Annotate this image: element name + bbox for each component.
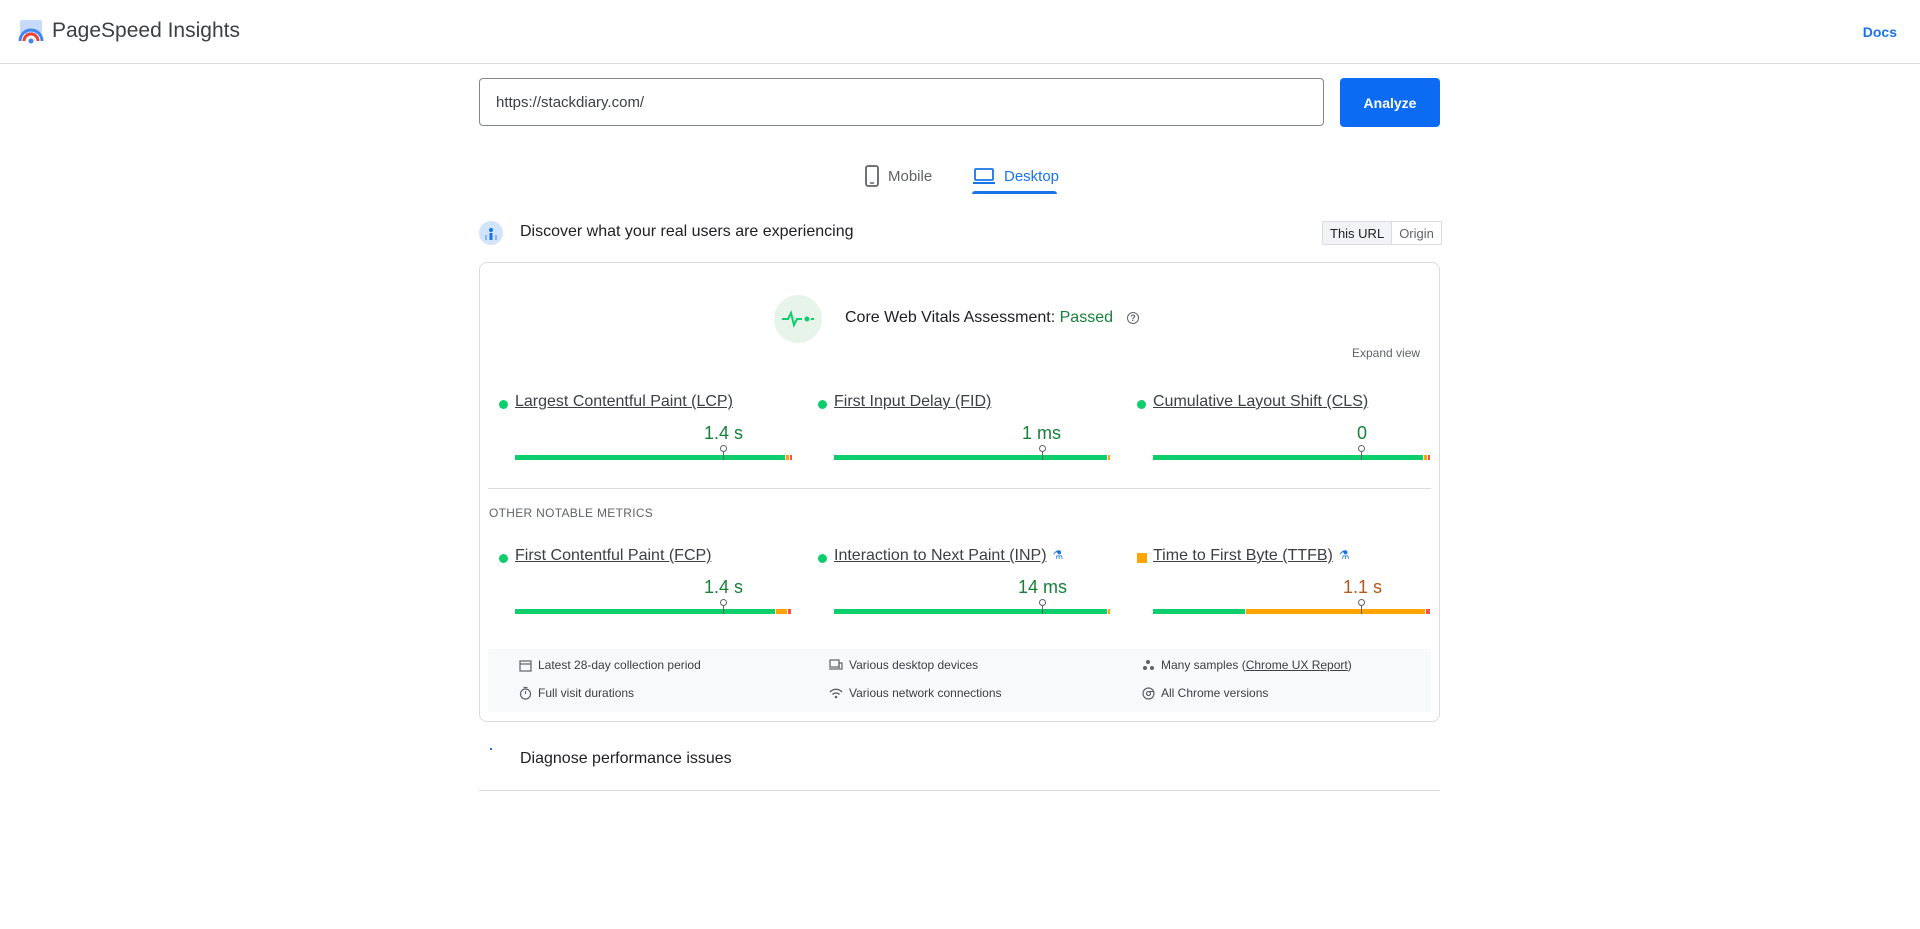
chrome-icon — [1141, 686, 1155, 700]
metric-lcp: Largest Contentful Paint (LCP) 1.4 s — [499, 393, 792, 463]
good-dot-icon — [1137, 400, 1146, 409]
devices-icon — [829, 658, 843, 672]
good-dot-icon — [499, 554, 508, 563]
distribution-bar — [834, 599, 1111, 614]
app-title: PageSpeed Insights — [52, 19, 240, 42]
discover-title: Discover what your real users are experi… — [520, 223, 854, 240]
top-header: PageSpeed Insights Docs — [0, 0, 1920, 64]
info-devices-text: Various desktop devices — [849, 658, 979, 672]
samples-prefix: Many samples ( — [1161, 658, 1246, 672]
distribution-bar — [1153, 445, 1430, 460]
flask-icon: ⚗ — [1338, 548, 1350, 562]
metric-name[interactable]: First Input Delay (FID) — [834, 393, 991, 411]
tab-mobile[interactable]: Mobile — [864, 158, 932, 194]
tab-desktop[interactable]: Desktop — [972, 158, 1059, 194]
info-samples-text: Many samples (Chrome UX Report) — [1161, 658, 1352, 672]
metric-fid: First Input Delay (FID) 1 ms — [818, 393, 1111, 463]
distribution-bar — [834, 445, 1111, 460]
info-devices: Various desktop devices — [829, 658, 978, 672]
info-samples: Many samples (Chrome UX Report) — [1141, 658, 1352, 672]
info-period: Latest 28-day collection period — [518, 658, 701, 672]
wifi-icon — [829, 686, 843, 700]
phone-icon — [865, 165, 879, 187]
percentile-marker — [720, 599, 727, 614]
good-dot-icon — [818, 400, 827, 409]
scope-origin-button[interactable]: Origin — [1392, 222, 1441, 244]
percentile-marker — [1358, 599, 1365, 614]
distribution-bar — [515, 599, 792, 614]
good-dot-icon — [818, 554, 827, 563]
metric-name[interactable]: First Contentful Paint (FCP) — [515, 547, 712, 565]
metric-name[interactable]: Largest Contentful Paint (LCP) — [515, 393, 733, 411]
section-divider — [488, 488, 1431, 489]
vitals-pulse-icon — [774, 295, 822, 343]
diagnose-icon — [490, 748, 492, 750]
metric-name[interactable]: Interaction to Next Paint (INP) ⚗ — [834, 547, 1063, 565]
scope-toggle: This URL Origin — [1322, 221, 1442, 245]
tab-desktop-label: Desktop — [1004, 167, 1060, 185]
metric-name-text: Time to First Byte (TTFB) — [1153, 547, 1333, 564]
users-chart-icon — [479, 221, 503, 245]
metric-value: 1.4 s — [704, 577, 744, 597]
info-chrome: All Chrome versions — [1141, 686, 1268, 700]
metric-value: 14 ms — [1018, 577, 1068, 597]
metric-value: 0 — [1357, 423, 1368, 443]
docs-link[interactable]: Docs — [1863, 24, 1897, 40]
analyze-button[interactable]: Analyze — [1340, 78, 1440, 127]
distribution-bar — [515, 445, 792, 460]
section-bottom-rule — [479, 790, 1440, 791]
other-metrics-title: OTHER NOTABLE METRICS — [489, 506, 654, 520]
flask-icon: ⚗ — [1052, 548, 1064, 562]
metric-name-text: Interaction to Next Paint (INP) — [834, 547, 1047, 564]
metric-name[interactable]: Time to First Byte (TTFB) ⚗ — [1153, 547, 1350, 565]
info-period-text: Latest 28-day collection period — [538, 658, 701, 672]
cwv-assessment: Core Web Vitals Assessment: Passed — [845, 309, 1113, 327]
percentile-marker — [1039, 445, 1046, 460]
cwv-assessment-label: Core Web Vitals Assessment: — [845, 309, 1056, 326]
info-durations: Full visit durations — [518, 686, 634, 700]
distribution-bar — [1153, 599, 1430, 614]
info-network: Various network connections — [829, 686, 1002, 700]
laptop-icon — [973, 168, 995, 184]
metric-value: 1.1 s — [1343, 577, 1383, 597]
percentile-marker — [720, 445, 727, 460]
tab-mobile-label: Mobile — [888, 167, 933, 185]
stopwatch-icon — [518, 686, 532, 700]
metric-value: 1 ms — [1022, 423, 1062, 443]
metric-fcp: First Contentful Paint (FCP) 1.4 s — [499, 547, 792, 617]
cwv-status: Passed — [1059, 309, 1113, 326]
good-dot-icon — [499, 400, 508, 409]
scope-this-url-button[interactable]: This URL — [1323, 222, 1393, 244]
help-icon[interactable]: ? — [1127, 312, 1139, 324]
pagespeed-logo-icon — [18, 20, 44, 44]
needs-improvement-square-icon — [1137, 553, 1147, 563]
metric-name[interactable]: Cumulative Layout Shift (CLS) — [1153, 393, 1368, 411]
chrome-ux-report-link[interactable]: Chrome UX Report — [1246, 658, 1348, 672]
active-tab-indicator — [972, 191, 1057, 194]
metric-inp: Interaction to Next Paint (INP) ⚗ 14 ms — [818, 547, 1111, 617]
info-durations-text: Full visit durations — [538, 686, 635, 700]
samples-icon — [1141, 658, 1155, 672]
expand-view-link[interactable]: Expand view — [1352, 346, 1420, 360]
metric-ttfb: Time to First Byte (TTFB) ⚗ 1.1 s — [1137, 547, 1430, 617]
url-input[interactable] — [479, 78, 1324, 126]
metric-value: 1.4 s — [704, 423, 744, 443]
metric-cls: Cumulative Layout Shift (CLS) 0 — [1137, 393, 1430, 463]
percentile-marker — [1358, 445, 1365, 460]
percentile-marker — [1039, 599, 1046, 614]
calendar-icon — [518, 658, 532, 672]
info-chrome-text: All Chrome versions — [1161, 686, 1269, 700]
info-network-text: Various network connections — [849, 686, 1002, 700]
diagnose-title: Diagnose performance issues — [520, 750, 732, 767]
samples-suffix: ) — [1347, 658, 1352, 672]
